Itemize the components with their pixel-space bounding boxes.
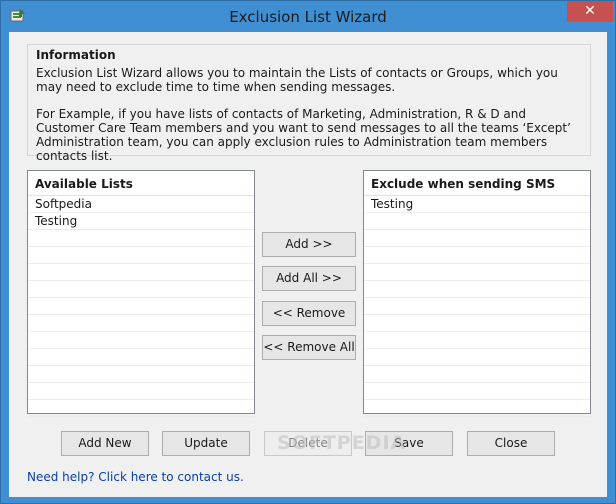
- empty-row: [28, 264, 254, 281]
- window-title: Exclusion List Wizard: [229, 8, 387, 26]
- empty-row: [28, 281, 254, 298]
- update-button[interactable]: Update: [162, 431, 250, 456]
- exclude-lists-header: Exclude when sending SMS: [364, 171, 590, 196]
- list-item[interactable]: Softpedia: [28, 196, 254, 213]
- empty-row: [364, 213, 590, 230]
- wizard-window: Exclusion List Wizard ✕ Information Excl…: [0, 0, 616, 504]
- empty-row: [364, 332, 590, 349]
- information-text-2: For Example, if you have lists of contac…: [36, 107, 571, 163]
- empty-row: [364, 264, 590, 281]
- information-text-1: Exclusion List Wizard allows you to main…: [36, 66, 558, 94]
- remove-all-button[interactable]: << Remove All: [262, 335, 356, 360]
- help-link[interactable]: Need help? Click here to contact us.: [27, 470, 244, 484]
- empty-row: [364, 230, 590, 247]
- add-button[interactable]: Add >>: [262, 232, 356, 257]
- empty-row: [28, 315, 254, 332]
- add-all-button[interactable]: Add All >>: [262, 266, 356, 291]
- delete-button[interactable]: Delete: [264, 431, 352, 456]
- empty-row: [364, 383, 590, 400]
- empty-row: [364, 349, 590, 366]
- empty-row: [364, 281, 590, 298]
- add-new-button[interactable]: Add New: [61, 431, 149, 456]
- empty-row: [28, 332, 254, 349]
- empty-row: [28, 247, 254, 264]
- empty-row: [28, 349, 254, 366]
- empty-row: [364, 400, 590, 417]
- close-window-button[interactable]: ✕: [567, 1, 613, 22]
- empty-row: [364, 247, 590, 264]
- exclude-lists-listbox[interactable]: Exclude when sending SMS Testing: [363, 170, 591, 417]
- empty-row: [364, 298, 590, 315]
- close-button[interactable]: Close: [467, 431, 555, 456]
- empty-row: [28, 366, 254, 383]
- list-item[interactable]: Testing: [28, 213, 254, 230]
- empty-row: [28, 298, 254, 315]
- empty-row: [364, 366, 590, 383]
- empty-row: [28, 400, 254, 417]
- remove-button[interactable]: << Remove: [262, 301, 356, 326]
- list-item[interactable]: Testing: [364, 196, 590, 213]
- empty-row: [28, 230, 254, 247]
- available-lists-listbox[interactable]: Available Lists Softpedia Testing: [27, 170, 255, 417]
- empty-row: [28, 383, 254, 400]
- title-bar[interactable]: Exclusion List Wizard ✕: [1, 1, 615, 33]
- information-panel: Information Exclusion List Wizard allows…: [27, 44, 591, 163]
- available-lists-header: Available Lists: [28, 171, 254, 196]
- information-heading: Information: [36, 48, 116, 62]
- empty-row: [364, 315, 590, 332]
- save-button[interactable]: Save: [365, 431, 453, 456]
- wizard-body: Information Exclusion List Wizard allows…: [9, 32, 607, 497]
